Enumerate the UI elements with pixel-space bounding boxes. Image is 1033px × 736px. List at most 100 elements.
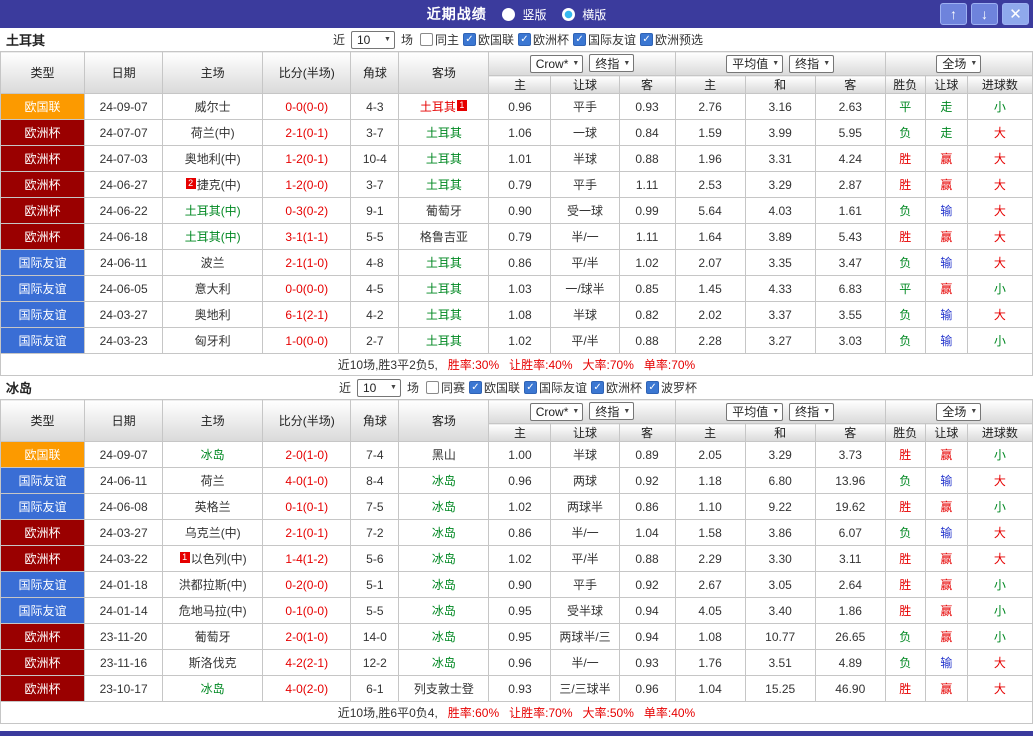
match-date: 24-06-22 xyxy=(85,198,163,224)
corner-count: 5-6 xyxy=(351,546,399,572)
home-team-name: 以色列(中) xyxy=(191,552,247,566)
handicap-result: 赢 xyxy=(925,598,967,624)
euro-draw-odds: 4.33 xyxy=(745,276,815,302)
odds-time-select[interactable]: 终指▼ xyxy=(589,402,634,420)
outcome-result: 胜 xyxy=(885,598,925,624)
away-team-cell: 冰岛 xyxy=(399,468,489,494)
filter-checkbox[interactable]: ✓欧洲杯 xyxy=(518,31,569,48)
bookmaker-select[interactable]: Crow*▼ xyxy=(530,403,584,421)
checkbox-icon[interactable]: ✓ xyxy=(469,381,482,394)
handicap-line: 三/三球半 xyxy=(551,676,619,702)
match-date: 24-07-07 xyxy=(85,120,163,146)
home-team-name: 危地马拉(中) xyxy=(179,604,247,618)
checkbox-icon[interactable]: ✓ xyxy=(524,381,537,394)
home-team-name: 洪都拉斯(中) xyxy=(179,578,247,592)
filter-checkbox[interactable]: ✓国际友谊 xyxy=(524,379,587,396)
home-team-cell: 威尔士 xyxy=(163,94,263,120)
asian-home-odds: 1.03 xyxy=(489,276,551,302)
filter-checkbox[interactable]: ✓欧洲预选 xyxy=(640,31,703,48)
checkbox-icon[interactable]: ✓ xyxy=(646,381,659,394)
radio-vertical-layout[interactable] xyxy=(502,8,515,21)
scope-select-value: 全场 xyxy=(942,403,966,420)
euro-home-odds: 2.02 xyxy=(675,302,745,328)
euro-draw-odds: 3.51 xyxy=(745,650,815,676)
sub-col-header: 让球 xyxy=(551,76,619,94)
checkbox-icon[interactable]: ✓ xyxy=(591,381,604,394)
handicap-line: 平手 xyxy=(551,94,619,120)
euro-time-select[interactable]: 终指▼ xyxy=(789,403,834,421)
home-team-name: 奥地利 xyxy=(195,308,231,322)
euro-away-odds: 6.07 xyxy=(815,520,885,546)
competition-type: 国际友谊 xyxy=(1,494,85,520)
checkbox-icon[interactable] xyxy=(426,381,439,394)
chevron-down-icon: ▼ xyxy=(970,408,977,415)
recent-label: 近 xyxy=(333,31,345,48)
asian-away-odds: 0.94 xyxy=(619,624,675,650)
home-team-name: 波兰 xyxy=(201,256,225,270)
euro-draw-odds: 6.80 xyxy=(745,468,815,494)
competition-type: 欧洲杯 xyxy=(1,624,85,650)
away-team-name: 冰岛 xyxy=(432,578,456,592)
match-row: 国际友谊24-06-11荷兰4-0(1-0)8-4冰岛0.96两球0.921.1… xyxy=(1,468,1033,494)
close-button[interactable]: ✕ xyxy=(1002,3,1029,25)
checkbox-icon[interactable]: ✓ xyxy=(518,33,531,46)
topbar-buttons: ↑ ↓ ✕ xyxy=(936,3,1029,25)
match-date: 23-11-20 xyxy=(85,624,163,650)
radio-horizontal-layout[interactable] xyxy=(562,8,575,21)
euro-time-select[interactable]: 终指▼ xyxy=(789,55,834,73)
sub-col-header: 主 xyxy=(675,424,745,442)
result-group-header: 全场▼ xyxy=(885,52,1032,76)
scope-select[interactable]: 全场 ▼ xyxy=(936,403,981,421)
asian-away-odds: 0.96 xyxy=(619,676,675,702)
move-down-button[interactable]: ↓ xyxy=(971,3,998,25)
sub-col-header: 进球数 xyxy=(967,76,1032,94)
recent-count-select[interactable]: 10▼ xyxy=(357,379,401,397)
home-team-cell: 奥地利(中) xyxy=(163,146,263,172)
euro-draw-odds: 3.89 xyxy=(745,224,815,250)
euro-time-select-value: 终指 xyxy=(795,403,819,420)
filter-checkbox[interactable]: ✓欧国联 xyxy=(469,379,520,396)
recent-count-select[interactable]: 10▼ xyxy=(351,31,395,49)
asian-away-odds: 0.94 xyxy=(619,598,675,624)
outcome-result: 负 xyxy=(885,624,925,650)
checkbox-icon[interactable]: ✓ xyxy=(573,33,586,46)
corner-count: 5-5 xyxy=(351,598,399,624)
match-row: 欧洲杯24-06-18土耳其(中)3-1(1-1)5-5格鲁吉亚0.79半/一1… xyxy=(1,224,1033,250)
away-team-name: 土耳其 xyxy=(426,152,462,166)
checkbox-icon[interactable]: ✓ xyxy=(640,33,653,46)
sub-col-header: 主 xyxy=(489,424,551,442)
red-card-badge: 1 xyxy=(457,100,467,111)
home-team-cell: 英格兰 xyxy=(163,494,263,520)
average-select[interactable]: 平均值▼ xyxy=(726,403,783,421)
handicap-result: 输 xyxy=(925,250,967,276)
average-select[interactable]: 平均值▼ xyxy=(726,55,783,73)
asian-home-odds: 0.90 xyxy=(489,572,551,598)
away-team-name: 冰岛 xyxy=(432,474,456,488)
checkbox-icon[interactable]: ✓ xyxy=(463,33,476,46)
match-date: 24-01-18 xyxy=(85,572,163,598)
filter-checkbox[interactable]: ✓国际友谊 xyxy=(573,31,636,48)
euro-home-odds: 1.59 xyxy=(675,120,745,146)
asian-home-odds: 1.08 xyxy=(489,302,551,328)
away-team-cell: 冰岛 xyxy=(399,494,489,520)
section-toolbar: 冰岛近10▼场同赛✓欧国联✓国际友谊✓欧洲杯✓波罗杯 xyxy=(0,376,1033,399)
move-up-button[interactable]: ↑ xyxy=(940,3,967,25)
filter-checkbox[interactable]: 同主 xyxy=(420,31,459,48)
bookmaker-select[interactable]: Crow*▼ xyxy=(530,55,584,73)
filter-checkbox[interactable]: ✓欧洲杯 xyxy=(591,379,642,396)
filter-checkbox[interactable]: 同赛 xyxy=(426,379,465,396)
match-date: 24-06-11 xyxy=(85,250,163,276)
filter-checkbox[interactable]: ✓波罗杯 xyxy=(646,379,697,396)
outcome-result: 胜 xyxy=(885,676,925,702)
filter-checkbox[interactable]: ✓欧国联 xyxy=(463,31,514,48)
scope-select[interactable]: 全场▼ xyxy=(936,55,981,73)
away-team-name: 冰岛 xyxy=(432,604,456,618)
asian-home-odds: 0.96 xyxy=(489,94,551,120)
asian-away-odds: 1.11 xyxy=(619,224,675,250)
away-team-cell: 土耳其 xyxy=(399,146,489,172)
away-team-cell: 格鲁吉亚 xyxy=(399,224,489,250)
home-team-cell: 危地马拉(中) xyxy=(163,598,263,624)
competition-type: 欧洲杯 xyxy=(1,650,85,676)
checkbox-icon[interactable] xyxy=(420,33,433,46)
odds-time-select[interactable]: 终指▼ xyxy=(589,54,634,72)
